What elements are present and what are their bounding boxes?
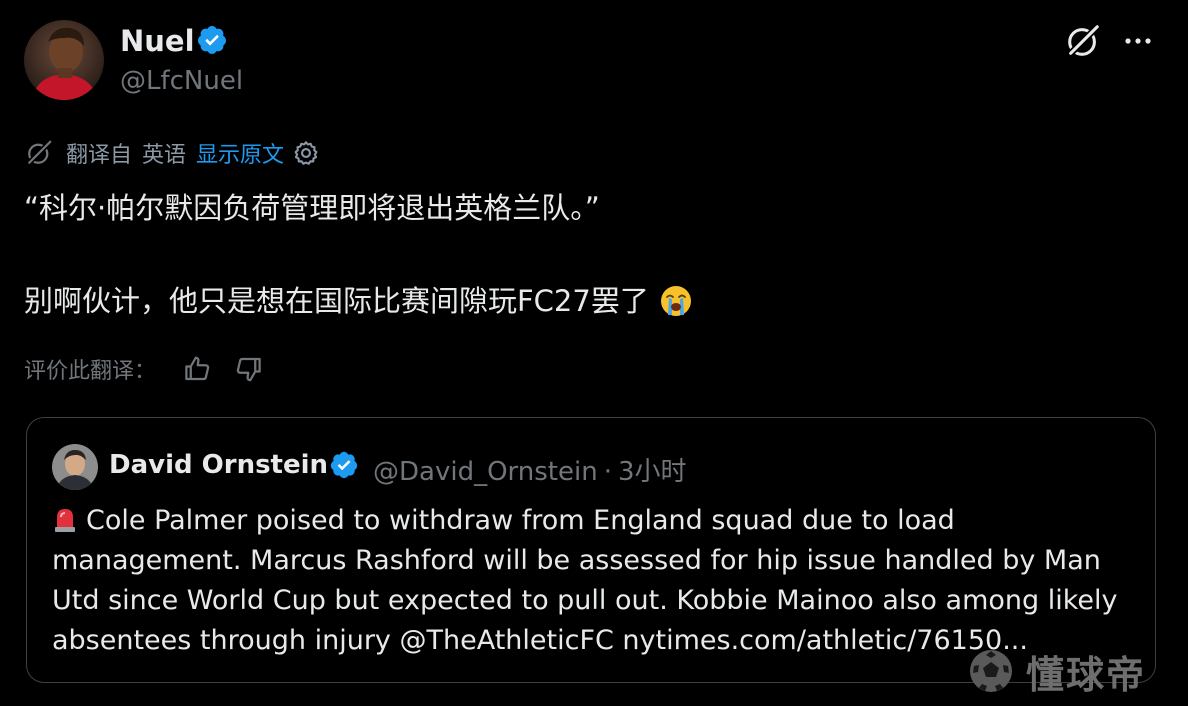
quoted-author-name[interactable]: David Ornstein xyxy=(109,450,328,480)
rate-translation-label: 评价此翻译： xyxy=(24,359,157,384)
tweet-text-line-1: “科尔·帕尔默因负荷管理即将退出英格兰队。” xyxy=(24,191,600,225)
translated-from-label: 翻译自 xyxy=(66,143,133,168)
verified-badge-icon xyxy=(198,26,226,54)
watermark-text: 懂球帝 xyxy=(1026,652,1147,697)
crying-face-icon xyxy=(661,286,692,316)
quoted-tweet-text: Cole Palmer poised to withdraw from Engl… xyxy=(52,501,1142,661)
gear-icon[interactable] xyxy=(292,139,320,167)
tweet-header: Nuel @LfcNuel xyxy=(24,20,1164,102)
more-icon[interactable] xyxy=(1118,26,1158,56)
quoted-text-line-2: management. Marcus Rashford will be asse… xyxy=(52,545,1101,576)
tweet-text-line-2: 别啊伙计，他只是想在国际比赛间隙玩FC27罢了 xyxy=(24,278,692,320)
author-handle[interactable]: @LfcNuel xyxy=(120,66,243,96)
siren-icon xyxy=(55,509,75,532)
author-avatar[interactable] xyxy=(24,20,104,100)
author-name[interactable]: Nuel xyxy=(120,24,195,58)
meta-separator: · xyxy=(603,457,612,487)
thumbs-down-icon[interactable] xyxy=(234,354,264,384)
quoted-meta: @David_Ornstein · 3小时 xyxy=(373,451,693,488)
quoted-text-line-1: Cole Palmer poised to withdraw from Engl… xyxy=(86,505,955,536)
soccer-ball-icon xyxy=(970,650,1012,692)
watermark: 懂球帝 xyxy=(968,646,1147,697)
quoted-text-line: Cole Palmer poised to withdraw from Engl… xyxy=(52,501,1142,541)
rate-translation-bar: 评价此翻译： xyxy=(24,352,264,386)
quoted-author-handle[interactable]: @David_Ornstein xyxy=(373,457,598,487)
quoted-tweet-card[interactable]: David Ornstein @David_Ornstein · 3小时 Cole … xyxy=(26,417,1156,683)
verified-badge-icon xyxy=(330,451,358,479)
source-language: 英语 xyxy=(142,143,187,168)
grok-translate-icon xyxy=(26,139,53,166)
quoted-timestamp[interactable]: 3小时 xyxy=(618,457,687,487)
translation-bar: 翻译自 英语 显示原文 xyxy=(24,136,320,170)
thumbs-up-icon[interactable] xyxy=(182,354,212,384)
quoted-text-line-3: Utd since World Cup but expected to pull… xyxy=(52,585,1118,616)
quoted-author-avatar[interactable] xyxy=(52,444,98,490)
tweet-text-line-2-text: 别啊伙计，他只是想在国际比赛间隙玩FC27罢了 xyxy=(24,284,649,318)
show-original-link[interactable]: 显示原文 xyxy=(196,137,284,169)
grok-icon[interactable] xyxy=(1064,22,1102,60)
